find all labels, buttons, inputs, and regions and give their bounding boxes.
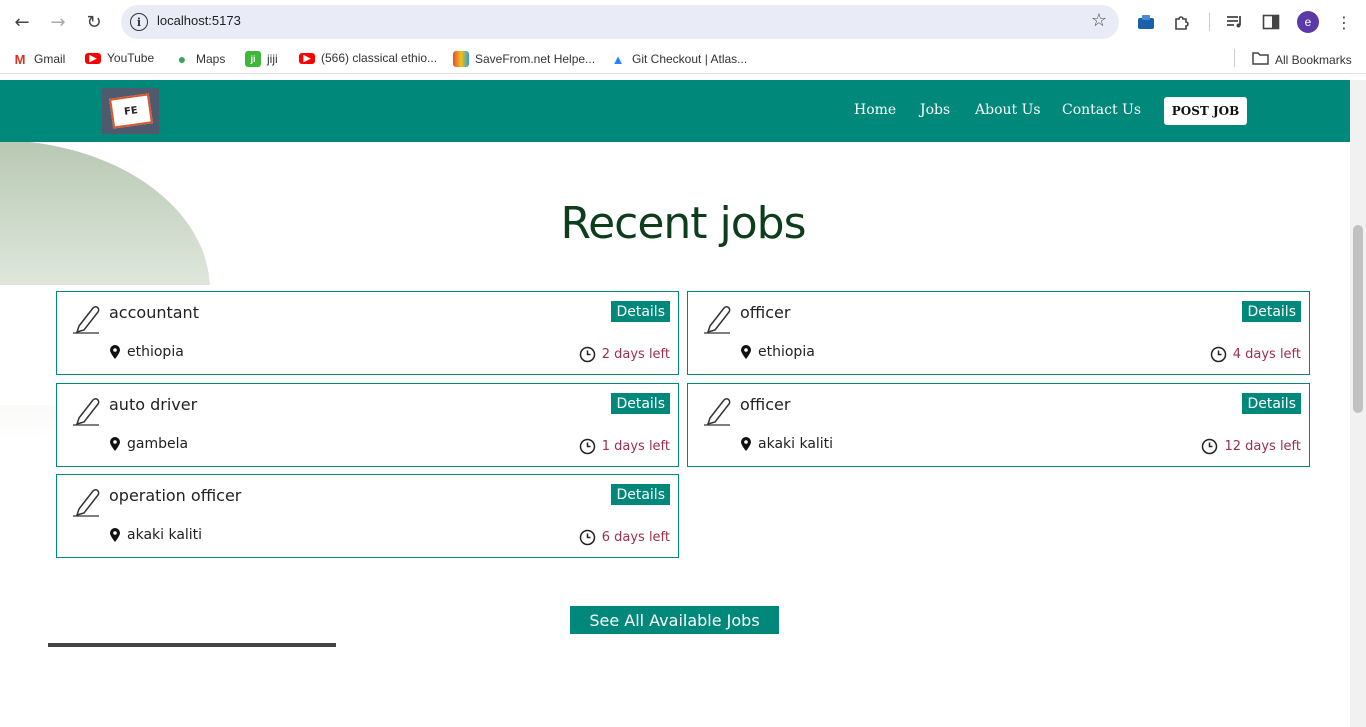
- nav-about-us[interactable]: About Us: [975, 102, 1041, 118]
- location-text: ethiopia: [758, 344, 815, 360]
- pencil-icon: [704, 306, 731, 334]
- clock-icon: [1210, 346, 1226, 363]
- days-left-text: 4 days left: [1232, 347, 1301, 362]
- job-location: ethiopia: [740, 344, 815, 360]
- job-location: akaki kaliti: [109, 527, 202, 543]
- job-location: akaki kaliti: [740, 436, 833, 452]
- details-button[interactable]: Details: [611, 484, 670, 505]
- details-button[interactable]: Details: [1242, 393, 1301, 414]
- site-info-icon[interactable]: i: [130, 13, 148, 31]
- job-card: officer Details akaki kaliti 12 days lef…: [687, 383, 1310, 467]
- bookmark-gmail[interactable]: M Gmail: [12, 51, 65, 67]
- days-left-text: 6 days left: [601, 530, 670, 545]
- back-icon[interactable]: ←: [10, 10, 34, 34]
- pencil-icon: [73, 489, 100, 517]
- job-card: accountant Details ethiopia 2 days left: [56, 291, 679, 375]
- page-scrollbar[interactable]: [1350, 80, 1366, 727]
- site-logo[interactable]: FE: [102, 88, 159, 134]
- youtube-icon: ▶: [85, 52, 101, 64]
- details-button[interactable]: Details: [611, 393, 670, 414]
- menu-kebab-icon[interactable]: ⋮: [1332, 10, 1356, 34]
- location-text: ethiopia: [127, 344, 184, 360]
- nav-home[interactable]: Home: [854, 102, 896, 118]
- media-control-icon[interactable]: [1223, 10, 1247, 34]
- job-location: gambela: [109, 436, 188, 452]
- location-pin-icon: [741, 345, 751, 359]
- days-left: 4 days left: [1210, 346, 1301, 363]
- job-title[interactable]: auto driver: [109, 395, 197, 414]
- all-bookmarks[interactable]: All Bookmarks: [1252, 51, 1352, 68]
- location-text: akaki kaliti: [758, 436, 834, 452]
- clock-icon: [579, 529, 595, 546]
- address-bar[interactable]: i localhost:5173 ☆: [121, 5, 1119, 39]
- job-title[interactable]: operation officer: [109, 486, 241, 505]
- maps-icon: ●: [174, 51, 190, 67]
- page-title: Recent jobs: [560, 198, 806, 249]
- browser-toolbar: ← → ↻ i localhost:5173 ☆ e ⋮: [0, 0, 1366, 44]
- jiji-icon: ji: [245, 51, 261, 67]
- clock-icon: [579, 438, 595, 455]
- job-title[interactable]: officer: [740, 303, 790, 322]
- bookmark-savefrom[interactable]: SaveFrom.net Helpe...: [453, 51, 595, 67]
- pencil-icon: [73, 306, 100, 334]
- post-job-button[interactable]: POST JOB: [1164, 97, 1247, 125]
- job-card: auto driver Details gambela 1 days left: [56, 383, 679, 467]
- days-left: 1 days left: [579, 438, 670, 455]
- bookmark-maps[interactable]: ● Maps: [174, 51, 225, 67]
- bookmark-classical-ethio[interactable]: ▶ (566) classical ethio...: [299, 51, 437, 65]
- bookmark-jiji[interactable]: ji jiji: [245, 51, 278, 67]
- bookmark-git-checkout[interactable]: ▲ Git Checkout | Atlas...: [610, 51, 747, 67]
- extensions-puzzle-icon[interactable]: [1170, 10, 1194, 34]
- job-title[interactable]: officer: [740, 395, 790, 414]
- days-left: 2 days left: [579, 346, 670, 363]
- location-text: akaki kaliti: [127, 527, 203, 543]
- location-pin-icon: [110, 345, 120, 359]
- extension-icon[interactable]: [1134, 10, 1158, 34]
- days-left-text: 12 days left: [1224, 439, 1301, 454]
- logo-text: FE: [108, 93, 153, 129]
- gmail-icon: M: [12, 51, 28, 67]
- side-panel-icon[interactable]: [1259, 10, 1283, 34]
- page-viewport: FE Home Jobs About Us Contact Us POST JO…: [0, 80, 1350, 727]
- forward-icon[interactable]: →: [46, 10, 70, 34]
- taskbar-edge: [48, 643, 336, 647]
- job-card: operation officer Details akaki kaliti 6…: [56, 474, 679, 558]
- reload-icon[interactable]: ↻: [82, 10, 106, 34]
- address-url[interactable]: localhost:5173: [157, 13, 241, 28]
- days-left: 6 days left: [579, 529, 670, 546]
- nav-jobs[interactable]: Jobs: [920, 102, 950, 118]
- location-pin-icon: [110, 437, 120, 451]
- days-left: 12 days left: [1201, 438, 1301, 455]
- job-location: ethiopia: [109, 344, 184, 360]
- folder-icon: [1252, 51, 1269, 68]
- job-title[interactable]: accountant: [109, 303, 199, 322]
- site-navbar: FE Home Jobs About Us Contact Us POST JO…: [0, 80, 1350, 142]
- savefrom-icon: [453, 51, 469, 67]
- bookmarks-bar: M Gmail ▶ YouTube ● Maps ji jiji ▶ (566)…: [0, 44, 1366, 74]
- days-left-text: 2 days left: [601, 347, 670, 362]
- job-card: officer Details ethiopia 4 days left: [687, 291, 1310, 375]
- location-pin-icon: [741, 437, 751, 451]
- bookmark-star-icon[interactable]: ☆: [1091, 10, 1107, 31]
- see-all-jobs-button[interactable]: See All Available Jobs: [570, 606, 779, 634]
- details-button[interactable]: Details: [611, 301, 670, 322]
- clock-icon: [579, 346, 595, 363]
- bookmark-youtube[interactable]: ▶ YouTube: [85, 51, 154, 65]
- pencil-icon: [73, 398, 100, 426]
- clock-icon: [1202, 438, 1218, 455]
- scroll-thumb[interactable]: [1353, 225, 1363, 413]
- nav-contact-us[interactable]: Contact Us: [1062, 102, 1141, 118]
- days-left-text: 1 days left: [601, 439, 670, 454]
- location-pin-icon: [110, 528, 120, 542]
- youtube-icon: ▶: [299, 52, 315, 64]
- atlassian-icon: ▲: [610, 51, 626, 67]
- profile-avatar[interactable]: e: [1297, 11, 1319, 33]
- location-text: gambela: [127, 436, 189, 452]
- details-button[interactable]: Details: [1242, 301, 1301, 322]
- pencil-icon: [704, 398, 731, 426]
